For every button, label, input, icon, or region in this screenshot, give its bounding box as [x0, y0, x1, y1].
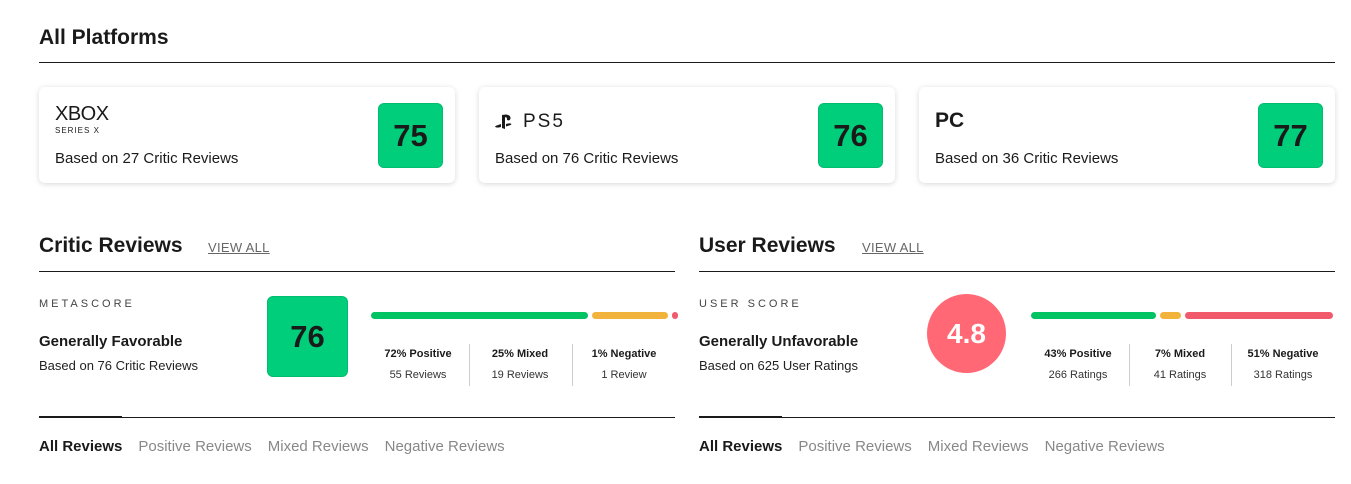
critic-bar-segment-negative: [671, 312, 678, 319]
series-x-logo-text: SERIES X: [55, 126, 100, 135]
user-mixed-label: 7% Mixed: [1154, 348, 1206, 360]
metascore-label: METASCORE: [39, 298, 135, 310]
platform-card-xbox[interactable]: XBOX SERIES X Based on 27 Critic Reviews…: [39, 87, 455, 183]
ps5-logo-text: PS5: [523, 111, 565, 132]
user-bar-segment-mixed: [1160, 312, 1181, 319]
critic-tab-mixed[interactable]: Mixed Reviews: [268, 438, 369, 455]
critic-tab-positive[interactable]: Positive Reviews: [138, 438, 251, 455]
user-mixed-stat[interactable]: 7% Mixed 41 Ratings: [1130, 348, 1230, 381]
metascore-badge: 75: [378, 103, 443, 168]
user-verdict: Generally Unfavorable: [699, 333, 859, 350]
critic-count: Based on 76 Critic Reviews: [495, 150, 679, 167]
critic-view-all-link[interactable]: VIEW ALL: [208, 240, 270, 255]
critic-mixed-label: 25% Mixed: [491, 348, 549, 360]
user-divider: [699, 271, 1335, 272]
critic-bar-segment-positive: [371, 312, 589, 319]
critic-negative-stat[interactable]: 1% Negative 1 Review: [574, 348, 674, 381]
critic-negative-label: 1% Negative: [591, 348, 657, 360]
user-based-on: Based on 625 User Ratings: [699, 358, 858, 373]
critic-positive-count: 55 Reviews: [389, 369, 447, 381]
user-view-all-link[interactable]: VIEW ALL: [862, 240, 924, 255]
platform-card-pc[interactable]: PC Based on 36 Critic Reviews 77: [919, 87, 1335, 183]
stat-separator: [1231, 344, 1232, 386]
user-positive-stat[interactable]: 43% Positive 266 Ratings: [1028, 348, 1128, 381]
user-reviews-title: User Reviews: [699, 234, 836, 257]
stat-separator: [572, 344, 573, 386]
user-negative-label: 51% Negative: [1247, 348, 1319, 360]
section-divider: [39, 62, 1335, 63]
critic-tab-negative[interactable]: Negative Reviews: [385, 438, 505, 455]
critic-tab-all[interactable]: All Reviews: [39, 438, 122, 455]
user-tab-mixed[interactable]: Mixed Reviews: [928, 438, 1029, 455]
critic-verdict: Generally Favorable: [39, 333, 183, 350]
critic-negative-count: 1 Review: [601, 369, 647, 381]
critic-bar-segment-mixed: [592, 312, 668, 319]
user-negative-count: 318 Ratings: [1253, 369, 1313, 381]
critic-count: Based on 36 Critic Reviews: [935, 150, 1119, 167]
critic-metascore-badge: 76: [267, 296, 348, 377]
user-negative-stat[interactable]: 51% Negative 318 Ratings: [1233, 348, 1333, 381]
user-score-label: USER SCORE: [699, 298, 802, 310]
user-tab-negative[interactable]: Negative Reviews: [1045, 438, 1165, 455]
user-review-tabs: All Reviews Positive Reviews Mixed Revie…: [699, 438, 1165, 455]
user-mixed-count: 41 Ratings: [1153, 369, 1207, 381]
platform-card-ps5[interactable]: PS5 Based on 76 Critic Reviews 76: [479, 87, 895, 183]
critic-reviews-title: Critic Reviews: [39, 234, 183, 257]
user-active-tab-indicator: [699, 416, 782, 418]
critic-active-tab-indicator: [39, 416, 122, 418]
xbox-series-x-logo: XBOX SERIES X: [55, 104, 109, 135]
all-platforms-title: All Platforms: [39, 26, 169, 49]
critic-tabs-divider: [39, 417, 675, 418]
critic-count: Based on 27 Critic Reviews: [55, 150, 239, 167]
user-bar-segment-negative: [1184, 312, 1333, 319]
critic-positive-stat[interactable]: 72% Positive 55 Reviews: [368, 348, 468, 381]
user-bar-segment-positive: [1031, 312, 1157, 319]
critic-mixed-stat[interactable]: 25% Mixed 19 Reviews: [470, 348, 570, 381]
ps5-logo: PS5: [495, 111, 565, 133]
user-tab-all[interactable]: All Reviews: [699, 438, 782, 455]
metascore-badge: 76: [818, 103, 883, 168]
pc-label: PC: [935, 109, 965, 132]
critic-mixed-count: 19 Reviews: [491, 369, 549, 381]
critic-based-on: Based on 76 Critic Reviews: [39, 358, 198, 373]
user-tab-positive[interactable]: Positive Reviews: [798, 438, 911, 455]
user-positive-count: 266 Ratings: [1048, 369, 1108, 381]
playstation-icon: [495, 114, 512, 129]
user-positive-label: 43% Positive: [1044, 348, 1112, 360]
critic-positive-label: 72% Positive: [384, 348, 452, 360]
critic-review-tabs: All Reviews Positive Reviews Mixed Revie…: [39, 438, 505, 455]
critic-divider: [39, 271, 675, 272]
user-tabs-divider: [699, 417, 1335, 418]
metascore-badge: 77: [1258, 103, 1323, 168]
xbox-logo-text: XBOX: [55, 103, 109, 125]
user-score-badge: 4.8: [927, 294, 1006, 373]
